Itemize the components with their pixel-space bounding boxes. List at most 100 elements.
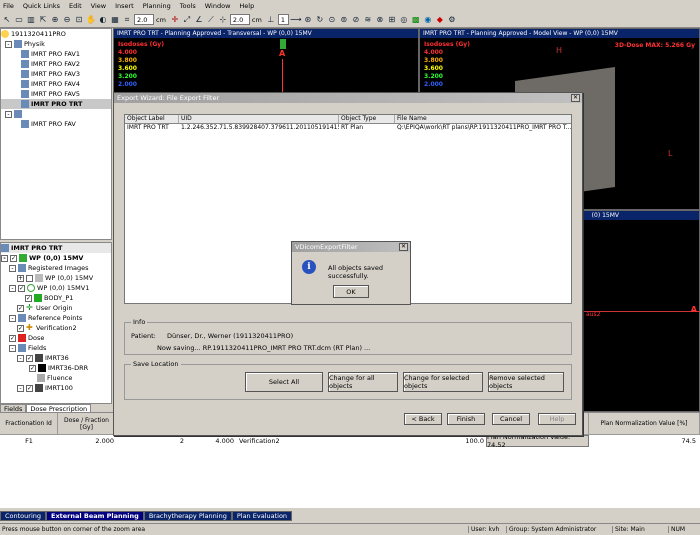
settings-icon[interactable]: ⚙ [447, 15, 457, 25]
collapse-icon[interactable]: - [1, 254, 8, 262]
zoom-field-2[interactable]: 2.0 [229, 14, 250, 25]
contour-icon[interactable]: ◎ [399, 15, 409, 25]
beam-icon[interactable]: ⟶ [290, 15, 301, 25]
tree-group-2[interactable]: - [1, 109, 111, 119]
tree2-row[interactable]: - Registered Images [1, 263, 111, 273]
tree2-row[interactable]: Fluence [1, 373, 111, 383]
iso-icon[interactable]: ⊗ [375, 15, 385, 25]
plan-normalization-button[interactable]: Plan Normalization Value: 74.52 [486, 433, 589, 449]
tree-item[interactable]: IMRT PRO FAV3 [1, 69, 111, 79]
col-object-label[interactable]: Object Label [125, 115, 179, 123]
remove-selected-button[interactable]: Remove selected objects [488, 372, 564, 392]
tree-item[interactable]: IMRT PRO FAV1 [1, 49, 111, 59]
col-uid[interactable]: UID [179, 115, 339, 123]
tree2-row[interactable]: - Fields [1, 343, 111, 353]
zoom-fit-icon[interactable]: ⊡ [74, 15, 84, 25]
checkbox[interactable]: ✓ [17, 304, 24, 312]
tab-contouring[interactable]: Contouring [0, 511, 47, 521]
menu-planning[interactable]: Planning [143, 2, 171, 10]
checkbox[interactable]: ✓ [26, 384, 33, 392]
checkbox[interactable]: ✓ [18, 284, 25, 292]
tree2-row[interactable]: ✓ ✚ Verification2 [1, 323, 111, 333]
tree2-row[interactable]: - ✓ WP (0,0) 15MV1 [1, 283, 111, 293]
tab-external-beam-planning[interactable]: External Beam Planning [46, 511, 144, 521]
checkbox[interactable]: ✓ [26, 354, 33, 362]
tree2-row[interactable]: - ✓ IMRT36 [1, 353, 111, 363]
tree-item-selected[interactable]: IMRT PRO TRT [1, 99, 111, 109]
collimator-icon[interactable]: ⊚ [339, 15, 349, 25]
close-icon[interactable]: ✕ [399, 243, 408, 251]
change-all-button[interactable]: Change for all objects [328, 372, 398, 392]
tree2-row[interactable]: - Reference Points [1, 313, 111, 323]
menu-edit[interactable]: Edit [69, 2, 82, 10]
collapse-icon[interactable]: - [9, 264, 16, 272]
pan-icon[interactable]: ✋ [86, 15, 96, 25]
couch-icon[interactable]: ⊘ [351, 15, 361, 25]
grid-icon[interactable]: ▦ [110, 15, 120, 25]
tree-group-physik[interactable]: - Physik [1, 39, 111, 49]
zoom-in-icon[interactable]: ⊕ [50, 15, 60, 25]
tree2-row[interactable]: ✓ ✛ User Origin [1, 303, 111, 313]
collapse-icon[interactable]: - [9, 314, 16, 322]
checkbox[interactable]: ✓ [10, 254, 17, 262]
menu-tools[interactable]: Tools [180, 2, 196, 10]
angle-icon[interactable]: ∠ [194, 15, 204, 25]
collapse-icon[interactable]: - [9, 284, 16, 292]
menu-view[interactable]: View [91, 2, 106, 10]
collapse-icon[interactable]: - [5, 40, 12, 48]
tree2-row[interactable]: ✓ Dose [1, 333, 111, 343]
change-selected-button[interactable]: Change for selected objects [403, 372, 483, 392]
tree2-row[interactable]: - ✓ WP (0,0) 15MV [1, 253, 111, 263]
ruler-icon[interactable]: ⤢ [182, 15, 192, 25]
menu-window[interactable]: Window [205, 2, 231, 10]
tab-plan-evaluation[interactable]: Plan Evaluation [231, 511, 293, 521]
menu-insert[interactable]: Insert [115, 2, 134, 10]
measure-icon[interactable]: ⌗ [122, 15, 132, 25]
open-icon[interactable]: ▭ [14, 15, 24, 25]
back-button[interactable]: < Back [404, 413, 442, 425]
zoom-field-1[interactable]: 2.0 [134, 14, 154, 25]
tab-brachytherapy-planning[interactable]: Brachytherapy Planning [143, 511, 232, 521]
col-file-name[interactable]: File Name [395, 115, 571, 123]
mlc-icon[interactable]: ≋ [363, 15, 373, 25]
collapse-icon[interactable]: - [17, 354, 24, 362]
fit-icon[interactable]: ⊞ [387, 15, 397, 25]
help-button[interactable]: Help [538, 413, 576, 425]
tree-item[interactable]: IMRT PRO FAV [1, 119, 111, 129]
menu-quick-links[interactable]: Quick Links [23, 2, 60, 10]
checkbox[interactable]: ✓ [29, 364, 36, 372]
menu-help[interactable]: Help [239, 2, 254, 10]
checkbox[interactable] [26, 274, 33, 282]
layout-icon[interactable]: ▥ [26, 15, 36, 25]
col-object-type[interactable]: Object Type [339, 115, 395, 123]
point-icon[interactable]: ⊹ [218, 15, 228, 25]
select-all-button[interactable]: Select All [245, 372, 323, 392]
expand-icon[interactable]: + [17, 274, 24, 282]
field-3[interactable]: 1 [277, 14, 289, 25]
arrow-icon[interactable]: ⇱ [38, 15, 48, 25]
tree-item[interactable]: IMRT PRO FAV5 [1, 89, 111, 99]
table-row[interactable]: F1 2.000 2 4.000 Verification2 100.0 Pla… [0, 433, 700, 449]
globe-icon[interactable]: ◉ [423, 15, 433, 25]
checkbox[interactable]: ✓ [17, 324, 24, 332]
tree2-row[interactable]: ✓ BODY_P1 [1, 293, 111, 303]
close-icon[interactable]: ✕ [571, 94, 580, 102]
pointer-icon[interactable]: ↖ [2, 15, 12, 25]
green-grid-icon[interactable]: ▩ [411, 15, 421, 25]
collapse-icon[interactable]: - [5, 110, 12, 118]
tree2-row[interactable]: ✓ IMRT36-DRR [1, 363, 111, 373]
checkbox[interactable]: ✓ [25, 294, 32, 302]
tree2-row[interactable]: + WP (0,0) 15MV [1, 273, 111, 283]
rotate-icon[interactable]: ↻ [315, 15, 325, 25]
gantry-icon[interactable]: ⊙ [327, 15, 337, 25]
checkbox[interactable]: ✓ [9, 334, 16, 342]
target-icon[interactable]: ⊛ [303, 15, 313, 25]
cube-icon[interactable]: ◆ [435, 15, 445, 25]
crosshair-icon[interactable]: ✛ [170, 15, 180, 25]
table-row[interactable]: IMRT PRO TRT 1.2.246.352.71.5.839928407.… [125, 124, 571, 133]
pin-icon[interactable]: ⊥ [266, 15, 276, 25]
tree-item[interactable]: IMRT PRO FAV2 [1, 59, 111, 69]
finish-button[interactable]: Finish [447, 413, 485, 425]
tree-root[interactable]: 1911320411PRO [1, 29, 111, 39]
collapse-icon[interactable]: - [17, 384, 24, 392]
